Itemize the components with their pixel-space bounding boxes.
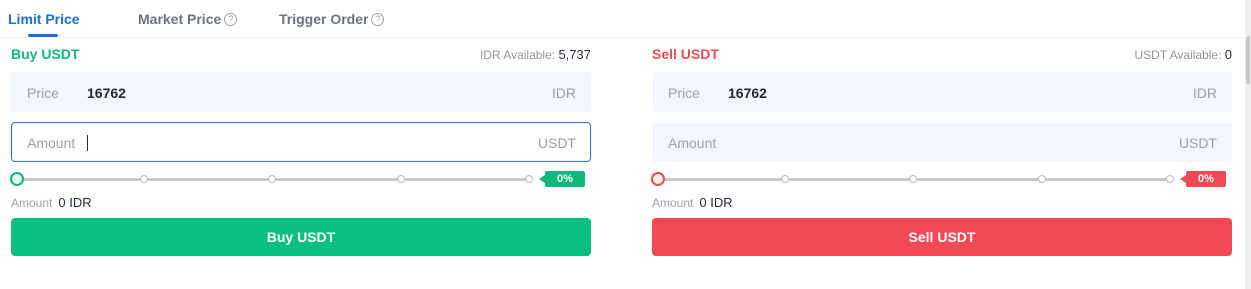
tab-label: Limit Price [8, 11, 80, 27]
total-value: 0 IDR [699, 195, 733, 210]
sell-percent-slider[interactable]: 0% [651, 171, 1232, 187]
scrollbar[interactable] [1245, 0, 1251, 289]
buy-price-field[interactable]: Price 16762 IDR [11, 72, 591, 112]
sell-available: USDT Available: 0 [1134, 47, 1232, 62]
amount-unit: USDT [537, 135, 576, 151]
buy-total: Amount 0 IDR [11, 195, 92, 210]
amount-label: Amount [668, 135, 717, 151]
slider-step-75[interactable] [1038, 175, 1046, 183]
buy-amount-field[interactable]: Amount USDT [11, 122, 591, 162]
available-value: 0 [1224, 47, 1232, 62]
slider-step-25[interactable] [781, 175, 789, 183]
sell-button[interactable]: Sell USDT [652, 218, 1232, 256]
scrollbar-thumb[interactable] [1246, 36, 1250, 84]
buy-available: IDR Available: 5,737 [480, 47, 591, 62]
help-icon[interactable]: ? [224, 12, 238, 26]
price-label: Price [668, 85, 700, 101]
slider-handle[interactable] [10, 172, 24, 186]
tab-limit-price[interactable]: Limit Price [8, 11, 80, 27]
buy-title: Buy USDT [11, 46, 80, 62]
price-unit: IDR [1192, 85, 1217, 101]
slider-percent-badge: 0% [539, 171, 585, 187]
slider-step-50[interactable] [268, 175, 276, 183]
available-label: IDR Available: [479, 48, 556, 62]
slider-step-100[interactable] [1166, 175, 1174, 183]
slider-step-50[interactable] [909, 175, 917, 183]
price-value[interactable]: 16762 [87, 85, 126, 101]
sell-title: Sell USDT [652, 46, 719, 62]
trade-panel: Limit Price Market Price ? Trigger Order… [0, 0, 1245, 289]
sell-amount-field[interactable]: Amount USDT [652, 122, 1232, 162]
tab-label: Trigger Order [279, 11, 369, 27]
tab-label: Market Price [138, 11, 222, 27]
slider-step-75[interactable] [397, 175, 405, 183]
sell-form: Sell USDT USDT Available: 0 Price 16762 … [651, 38, 1232, 289]
tab-market-price[interactable]: Market Price ? [138, 11, 238, 27]
tab-trigger-order[interactable]: Trigger Order ? [279, 11, 385, 27]
buy-form: Buy USDT IDR Available: 5,737 Price 1676… [10, 38, 591, 289]
help-icon[interactable]: ? [371, 12, 385, 26]
available-value: 5,737 [558, 47, 591, 62]
slider-step-100[interactable] [525, 175, 533, 183]
text-caret [87, 135, 88, 151]
price-label: Price [27, 85, 59, 101]
sell-price-field[interactable]: Price 16762 IDR [652, 72, 1232, 112]
slider-step-25[interactable] [140, 175, 148, 183]
buy-percent-slider[interactable]: 0% [10, 171, 591, 187]
price-value[interactable]: 16762 [728, 85, 767, 101]
price-unit: IDR [551, 85, 576, 101]
total-label: Amount [652, 196, 694, 210]
buy-button[interactable]: Buy USDT [11, 218, 591, 256]
available-label: USDT Available: [1134, 48, 1222, 62]
order-type-tabs: Limit Price Market Price ? Trigger Order… [0, 0, 1245, 38]
active-tab-indicator [28, 34, 58, 37]
amount-label: Amount [27, 135, 76, 151]
total-label: Amount [11, 196, 53, 210]
slider-handle[interactable] [651, 172, 665, 186]
total-value: 0 IDR [58, 195, 92, 210]
slider-percent-badge: 0% [1180, 171, 1226, 187]
sell-total: Amount 0 IDR [652, 195, 733, 210]
amount-unit: USDT [1178, 135, 1217, 151]
